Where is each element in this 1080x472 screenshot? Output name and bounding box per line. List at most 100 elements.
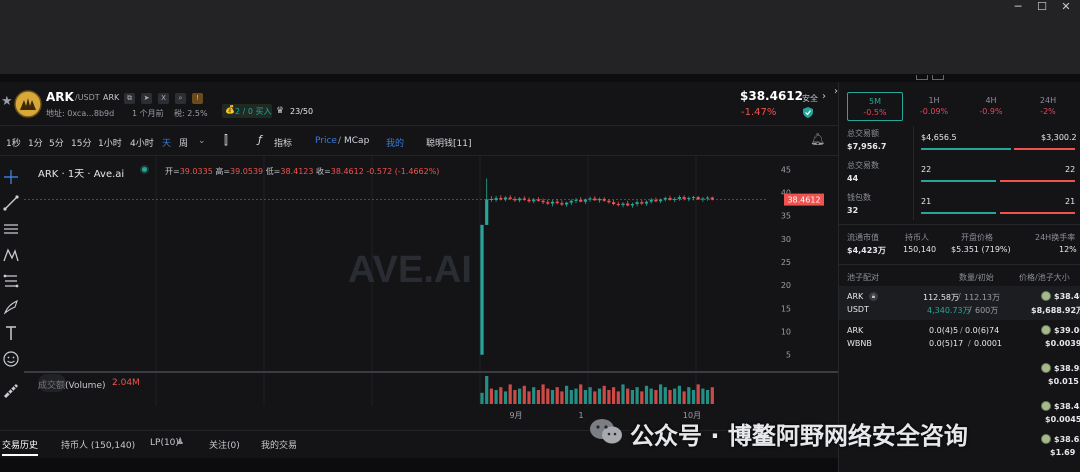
volume-bar [541,384,545,404]
close-value: 38.4612 [330,167,364,176]
interval-1w[interactable]: 周 [179,136,188,149]
candle-body [710,197,714,200]
crown-icon: ♛ [276,106,285,116]
turnover-value: 12% [1059,245,1077,254]
search-icon[interactable]: ⌕ [175,93,186,104]
volume-bar [569,390,573,404]
brush-icon[interactable] [2,298,20,316]
ohlc-readout: 开=39.0335 高=39.0539 低=38.4123 收=38.4612 … [165,166,439,177]
candlestick-chart[interactable]: AVE.AI 5101520253035404538.46129月 1 10月 [24,156,838,424]
volume-bar [659,384,663,404]
fib-icon[interactable] [2,272,20,290]
minimize-icon[interactable]: ─ [1006,0,1030,14]
volume-stat-label: 总交易额 [847,129,879,138]
chevron-right-icon[interactable]: › [822,91,826,102]
volume-bar [635,387,639,404]
pool-base-amount: 112.58万 [923,293,959,302]
low-label: 低= [265,167,281,176]
volume-bar [574,388,578,404]
smart-money-tab[interactable]: 聪明钱[11] [426,136,471,149]
open-label: 开= [165,167,180,176]
tab-trade-history[interactable]: 交易历史 [2,438,38,451]
timeframe-change: -2% [1040,107,1056,116]
timeframe-5m[interactable]: 5M -0.5% [847,92,903,121]
volume-buy-bar [921,148,1011,150]
dropdown-icon[interactable] [916,75,928,80]
copy-icon[interactable]: ⧉ [124,93,135,104]
pool-base-amount: 0.0(4)5 [929,326,959,335]
amount-slash: / [958,292,961,301]
live-status-icon [140,165,149,174]
telegram-icon[interactable]: ➤ [141,93,152,104]
holders-score: 23/50 [290,107,314,116]
safety-label[interactable]: 安全 [802,93,818,104]
candle-body [593,198,597,201]
pool-quote-amount: 4,340.73万 [927,306,971,315]
ruler-icon[interactable] [2,382,20,400]
timeframe-1h[interactable]: 1H -0.09% [906,92,962,121]
timeframe-change: -0.9% [979,107,1003,116]
pool-price: $38.98 [1054,364,1080,373]
mcap-toggle[interactable]: MCap [344,136,369,146]
volume-bar [621,384,625,404]
chart-title: ARK · 1天 · Ave.ai [38,169,125,180]
candle-body [527,199,531,202]
crosshair-icon[interactable] [2,168,20,186]
horizontal-lines-icon[interactable] [2,220,20,238]
price-chart[interactable]: AVE.AI 5 10 15 20 25 30 35 40 45 38.4612 9月 1 10月 AR… [24,156,838,424]
candle-body [682,197,686,199]
star-icon[interactable]: ★ [1,94,13,109]
chart-watermark: AVE.AI [348,249,472,291]
timeframe-4h[interactable]: 4H -0.9% [963,92,1019,121]
candle-body [616,204,620,206]
candle-body [555,201,559,204]
interval-5m[interactable]: 5分 [49,136,64,149]
interval-4h[interactable]: 4小时 [130,136,154,149]
contract-address[interactable]: 地址: 0xca...8b9d [46,108,114,119]
sell-volume: $3,300.2 [1041,133,1077,142]
volume-sell-bar [1014,148,1075,150]
price-toggle[interactable]: Price [315,136,337,146]
x-twitter-icon[interactable]: X [158,93,169,104]
tx-sell-bar [1000,180,1075,182]
pool-quote-amount: 0.0(5)17 [929,339,964,348]
candle-type-icon[interactable]: ⫿ [224,133,228,148]
pools-label: 池子配对 [847,273,879,282]
pattern-icon[interactable] [2,246,20,264]
function-icon[interactable]: ƒ [258,133,262,146]
tab-my-trades[interactable]: 我的交易 [261,438,297,451]
interval-1m[interactable]: 1分 [28,136,43,149]
tab-follow[interactable]: 关注(0) [209,438,240,451]
trend-line-icon[interactable] [2,194,20,212]
indicator-button[interactable]: 指标 [274,136,292,149]
timeframe-24h[interactable]: 24H -2% [1020,92,1076,121]
person-icon: ♟ [176,437,185,447]
timeframe-change: -0.5% [863,108,887,117]
interval-15m[interactable]: 15分 [71,136,91,149]
change-value: -0.572 (-1.4662%) [366,167,440,176]
interval-1h[interactable]: 1小时 [98,136,122,149]
pool-size: $0.0045 [1045,415,1080,424]
open-value: 39.0335 [179,167,213,176]
candle-body [522,198,526,200]
volume-toggle[interactable] [38,374,66,392]
mine-tab[interactable]: 我的 [386,136,404,149]
shield-check-icon [803,107,813,118]
pool-quote: WBNB [847,339,872,348]
warning-icon[interactable]: ! [192,93,203,104]
text-icon[interactable] [2,324,20,342]
tab-holders[interactable]: 持币人 (150,140) [61,438,135,451]
volume-bar [616,391,620,404]
chevron-down-icon[interactable]: ⌄ [198,136,206,146]
emoji-icon[interactable] [2,350,20,368]
dropdown-icon[interactable] [932,75,944,80]
holders-label: 持币人 [905,233,929,242]
maximize-icon[interactable]: ☐ [1030,0,1054,14]
candle-body [663,198,667,200]
bell-icon[interactable]: 🔔︎ [810,132,825,146]
tab-lp[interactable]: LP(10) [150,438,179,448]
interval-1d[interactable]: 天 [162,136,171,149]
interval-1s[interactable]: 1秒 [6,136,21,149]
pool-size: $0.015 [1048,377,1079,386]
close-icon[interactable]: ✕ [1054,0,1078,14]
